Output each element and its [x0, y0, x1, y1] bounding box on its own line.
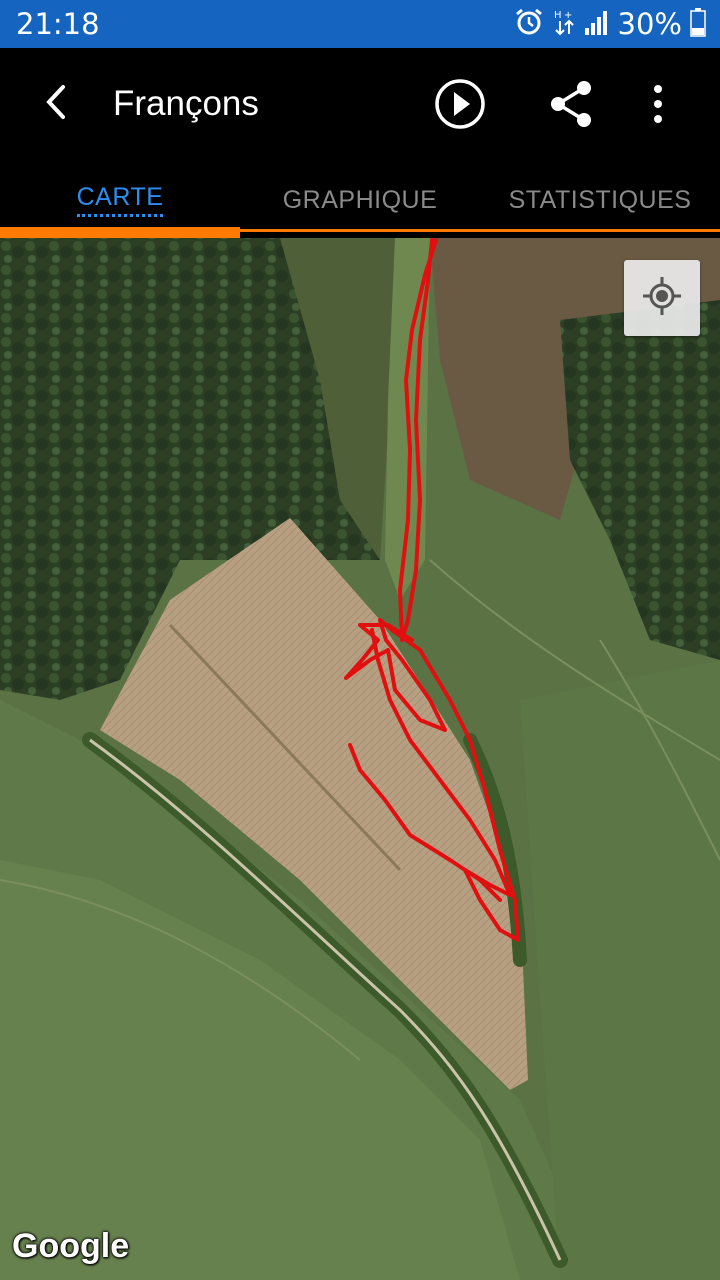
tab-carte-label: CARTE	[76, 183, 164, 217]
battery-percent: 30%	[617, 7, 682, 41]
back-button[interactable]	[30, 76, 82, 132]
google-logo: Google	[12, 1227, 130, 1265]
alarm-icon	[514, 7, 544, 42]
active-tab-indicator	[0, 227, 240, 238]
battery-icon	[690, 7, 706, 42]
my-location-icon	[641, 275, 683, 322]
back-arrow-icon	[41, 82, 71, 127]
page-title: Françons	[113, 84, 259, 123]
tab-statistiques-label: STATISTIQUES	[508, 185, 692, 214]
status-icons: H + 30%	[514, 6, 706, 42]
status-time: 21:18	[16, 7, 100, 41]
tab-statistiques[interactable]: STATISTIQUES	[480, 164, 720, 236]
status-bar: 21:18 H + 30%	[0, 0, 720, 48]
data-arrows-icon: H +	[552, 7, 576, 42]
more-options-button[interactable]	[640, 80, 676, 128]
my-location-button[interactable]	[624, 260, 700, 336]
tab-carte[interactable]: CARTE	[0, 164, 240, 236]
play-circle-icon	[432, 79, 488, 136]
app-bar: Françons	[0, 48, 720, 164]
gps-track	[344, 238, 520, 942]
signal-icon	[584, 8, 610, 41]
svg-text:+: +	[564, 10, 572, 21]
svg-text:H: H	[554, 10, 562, 21]
share-button[interactable]	[546, 78, 598, 130]
more-vert-icon	[640, 85, 676, 132]
tab-graphique-label: GRAPHIQUE	[282, 185, 438, 214]
map-view[interactable]: Google	[0, 238, 720, 1280]
share-icon	[546, 81, 598, 134]
play-button[interactable]	[432, 76, 488, 132]
tab-graphique[interactable]: GRAPHIQUE	[240, 164, 480, 236]
